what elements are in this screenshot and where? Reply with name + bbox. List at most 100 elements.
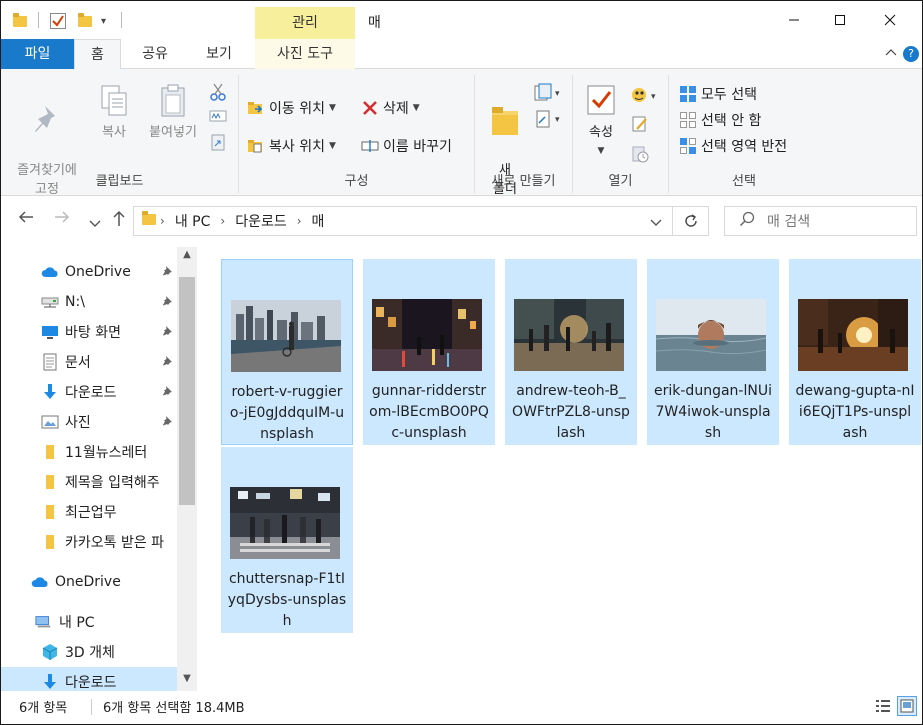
cloud-icon [41,263,59,281]
history-icon[interactable] [631,145,649,167]
nav-item[interactable]: 11월뉴스레터 [1,437,177,467]
file-tile[interactable]: andrew-teoh-B_OWFtrPZL8-unsplash [505,259,637,445]
cut-icon[interactable] [209,83,227,105]
tab-home[interactable]: 홈 [74,39,121,70]
select-none-button[interactable]: 선택 안 함 [679,109,761,131]
nav-item[interactable]: N:\ [1,287,177,317]
nav-item-label: 바탕 화면 [65,325,121,341]
breadcrumb-my-pc[interactable]: 내 PC [175,211,211,231]
nav-scrollbar[interactable]: ▲ ▼ [177,247,197,691]
nav-item[interactable]: OneDrive [1,567,177,597]
large-icons-view-icon [900,699,914,713]
nav-item[interactable]: 문서 [1,347,177,377]
address-row: › 내 PC › 다운로드 › 매 매 검색 [1,197,922,245]
select-group: 모두 선택 선택 안 함 선택 영역 반전 선택 [669,75,819,193]
context-tab-group-manage: 관리 [255,7,355,39]
invert-selection-button[interactable]: 선택 영역 반전 [679,135,787,157]
edit-icon[interactable] [631,115,649,137]
open-with-icon[interactable]: ▾ [629,85,663,109]
file-name: erik-dungan-lNUi7W4iwok-unsplash [654,383,772,441]
address-dropdown-icon[interactable] [650,215,662,231]
maximize-button[interactable] [817,5,863,35]
collapse-ribbon-icon[interactable] [885,45,897,61]
copy-to-button[interactable]: 복사 위치 ▼ [247,135,336,157]
folder-icon [142,211,156,229]
back-button[interactable] [17,209,35,230]
file-name: chuttersnap-F1tIyqDysbs-unsplash [227,571,347,629]
tab-picture-tools[interactable]: 사진 도구 [255,39,355,69]
new-group: 새 폴더 ▾ ▾ 새로 만들기 [475,75,573,197]
desktop-icon [41,323,59,341]
properties-quick-icon[interactable] [49,11,67,31]
tab-file[interactable]: 파일 [1,39,74,69]
details-view-button[interactable] [873,696,893,716]
file-tile[interactable]: robert-v-ruggiero-jE0gJddquIM-unsplash [221,259,353,445]
search-box[interactable]: 매 검색 [724,206,917,236]
select-all-icon [679,85,697,103]
new-item-icon[interactable]: ▾ [533,83,563,107]
copy-button[interactable]: 복사 [91,83,137,142]
thumbnail-image [231,300,341,372]
nav-item[interactable]: 카카오톡 받은 파 [1,527,177,557]
svg-text:▾: ▾ [555,89,560,99]
cloud-icon [31,573,49,591]
move-to-icon [247,99,265,117]
refresh-button[interactable] [673,206,709,236]
customize-quick-access-icon[interactable]: ▾ [101,11,106,31]
file-tile[interactable]: dewang-gupta-nIi6EQjT1Ps-unsplash [789,259,921,445]
thumbnail-image [514,299,624,371]
up-button[interactable] [111,209,127,232]
paste-icon [161,84,185,117]
nav-item-label: 11월뉴스레터 [65,445,148,461]
nav-item[interactable]: 다운로드 [1,377,177,407]
scroll-up-icon: ▲ [183,249,191,260]
search-icon [739,211,755,231]
file-tile[interactable]: gunnar-ridderstrom-lBEcmBO0PQc-unsplash [363,259,495,445]
paste-button[interactable]: 붙여넣기 [141,83,205,142]
recent-locations-button[interactable] [89,213,101,233]
copy-path-icon[interactable] [209,109,227,127]
breadcrumb-chevron-icon: › [220,214,226,228]
forward-button[interactable] [53,209,71,230]
copy-icon [101,85,127,116]
nav-item-label: N:\ [65,294,85,310]
nav-item[interactable]: 사진 [1,407,177,437]
folder-icon [41,533,59,551]
easy-access-icon[interactable]: ▾ [533,109,563,133]
tab-view[interactable]: 보기 [191,39,247,69]
large-icons-view-button[interactable] [897,696,917,716]
address-bar[interactable]: › 내 PC › 다운로드 › 매 [133,206,673,236]
select-all-button[interactable]: 모두 선택 [679,83,757,105]
delete-x-icon [361,99,379,117]
thumbnail-image [230,487,340,559]
breadcrumb-downloads[interactable]: 다운로드 [235,211,287,231]
paste-shortcut-icon[interactable] [210,133,226,155]
nav-item[interactable]: 최근업무 [1,497,177,527]
move-to-button[interactable]: 이동 위치 ▼ [247,97,336,119]
close-button[interactable] [867,5,913,35]
nav-item[interactable]: 3D 개체 [1,637,177,667]
nav-item-label: 카카오톡 받은 파 [65,535,165,551]
nav-item[interactable]: OneDrive [1,257,177,287]
nav-item-label: OneDrive [55,574,121,590]
nav-item[interactable]: 내 PC [1,607,177,637]
tab-share[interactable]: 공유 [129,39,181,69]
nav-item[interactable]: 다운로드 [1,667,177,691]
minimize-button[interactable] [771,5,817,35]
scrollbar-thumb[interactable] [179,277,195,505]
nav-item[interactable]: 바탕 화면 [1,317,177,347]
file-tile[interactable]: erik-dungan-lNUi7W4iwok-unsplash [647,259,779,445]
properties-button[interactable]: 속성 ▼ [581,83,621,161]
breadcrumb-current-folder[interactable]: 매 [312,211,325,231]
selection-summary: 6개 항목 선택함 18.4MB [103,701,245,716]
nav-item[interactable]: 제목을 입력해주 [1,467,177,497]
new-group-label: 새로 만들기 [491,174,556,189]
rename-button[interactable]: 이름 바꾸기 [361,135,452,157]
ribbon-tabs: 파일 홈 공유 보기 사진 도구 ? [1,39,922,70]
organize-group: 이동 위치 ▼ 복사 위치 ▼ 삭제 ▼ 이름 바꾸기 구성 [239,75,475,193]
clipboard-group: 즐겨찾기에 고정 복사 붙여넣기 클립보드 [1,75,239,197]
help-icon[interactable]: ? [903,46,919,62]
file-tile[interactable]: chuttersnap-F1tIyqDysbs-unsplash [221,447,353,633]
delete-button[interactable]: 삭제 ▼ [361,97,420,119]
new-folder-quick-icon[interactable] [78,11,92,31]
